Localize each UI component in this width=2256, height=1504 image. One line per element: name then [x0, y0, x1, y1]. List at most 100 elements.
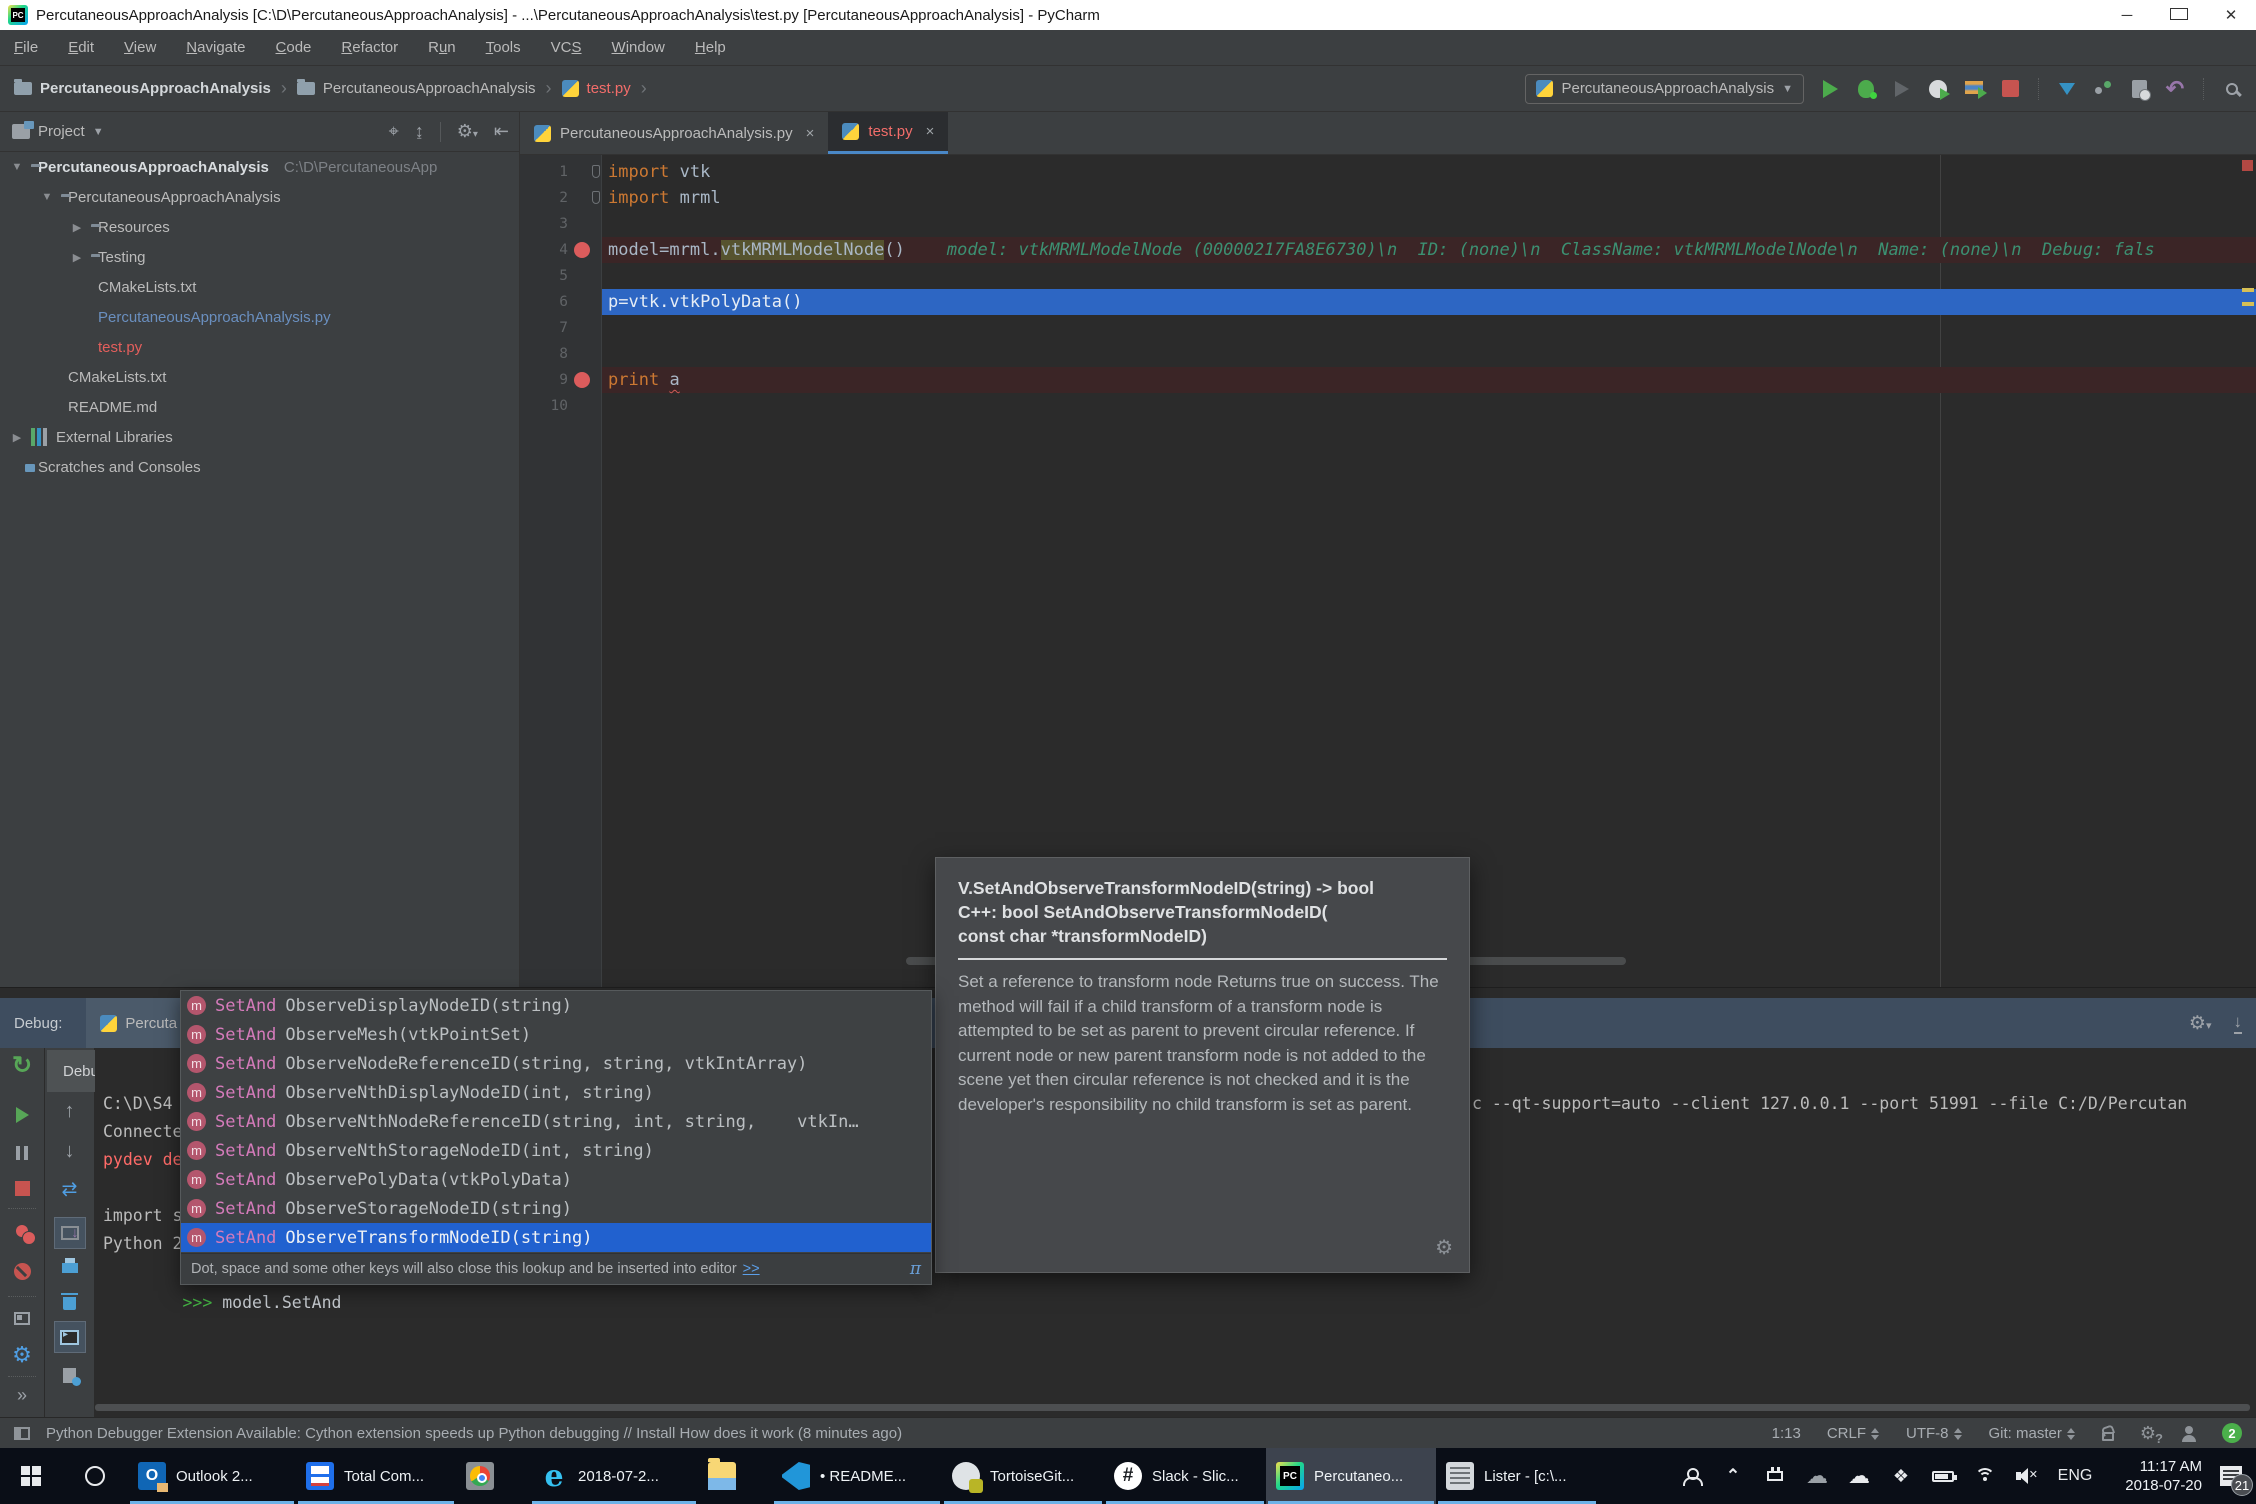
completion-item[interactable]: m SetAnd ObserveMesh(vtkPointSet): [181, 1020, 931, 1049]
completion-item[interactable]: m SetAnd ObservePolyData(vtkPolyData): [181, 1165, 931, 1194]
menu-item-run[interactable]: Run: [428, 39, 456, 56]
completion-item[interactable]: m SetAnd ObserveStorageNodeID(string): [181, 1194, 931, 1223]
code-line[interactable]: 9 print a: [520, 367, 2256, 393]
start-button[interactable]: [0, 1448, 62, 1504]
readonly-lock-icon[interactable]: [2101, 1431, 2114, 1441]
taskbar-app-lister[interactable]: Lister - [c:\...: [1436, 1448, 1598, 1504]
menu-item-window[interactable]: Window: [612, 39, 665, 56]
console-horizontal-scrollbar[interactable]: [95, 1404, 2250, 1411]
pause-icon[interactable]: [7, 1138, 37, 1168]
tree-item-resources[interactable]: ▶ Resources: [0, 212, 519, 242]
gear-icon[interactable]: ⚙▾: [457, 121, 478, 142]
action-center-button[interactable]: 21: [2206, 1448, 2256, 1504]
rollback-icon[interactable]: ↶: [2163, 76, 2187, 101]
taskbar-app-tortoisegit[interactable]: TortoiseGit...: [942, 1448, 1104, 1504]
fold-marker-icon[interactable]: [592, 165, 600, 178]
encoding-indicator[interactable]: UTF-8: [1906, 1425, 1963, 1442]
menu-item-tools[interactable]: Tools: [486, 39, 521, 56]
wifi-icon[interactable]: [1964, 1448, 2006, 1504]
hide-panel-icon[interactable]: ⇤: [494, 121, 509, 142]
clear-icon[interactable]: [55, 1286, 85, 1316]
taskbar-app-chrome[interactable]: [456, 1448, 530, 1504]
profiler-icon[interactable]: [1926, 77, 1950, 101]
menu-item-code[interactable]: Code: [276, 39, 312, 56]
code-line[interactable]: 8: [520, 341, 2256, 367]
run-icon[interactable]: [1818, 77, 1842, 101]
people-icon[interactable]: [1670, 1448, 1712, 1504]
debug-icon[interactable]: [1854, 77, 1878, 101]
tree-item-percutaneousapproachanalysis[interactable]: ▼ PercutaneousApproachAnalysis: [0, 182, 519, 212]
close-tab-icon[interactable]: ×: [926, 123, 935, 140]
hide-panel-icon[interactable]: ↓: [2233, 1012, 2242, 1034]
coverage-icon[interactable]: [1890, 77, 1914, 101]
settings-icon[interactable]: ⚙: [7, 1340, 37, 1370]
force-step-icon[interactable]: [53, 1217, 86, 1249]
tree-collapsed-arrow-icon[interactable]: ▶: [70, 251, 84, 264]
close-button[interactable]: ✕: [2222, 6, 2240, 24]
stop-icon[interactable]: [1998, 77, 2022, 101]
tree-item-test-py[interactable]: test.py: [0, 332, 519, 362]
breadcrumb-item[interactable]: PercutaneousApproachAnalysis: [14, 79, 271, 97]
warning-stripe-mark[interactable]: [2242, 302, 2254, 306]
code-line[interactable]: 3: [520, 211, 2256, 237]
toolwindow-toggle-icon[interactable]: [14, 1426, 30, 1440]
tree-item-percutaneousapproachanalysis[interactable]: ▼ PercutaneousApproachAnalysis C:\D\Percut…: [0, 152, 519, 182]
print-icon[interactable]: [55, 1250, 85, 1280]
concurrency-icon[interactable]: [1962, 77, 1987, 101]
editor-tab-test.py[interactable]: test.py ×: [828, 112, 949, 154]
caret-position[interactable]: 1:13: [1772, 1425, 1801, 1442]
restore-layout-icon[interactable]: [7, 1303, 37, 1333]
error-stripe-mark[interactable]: [2242, 160, 2253, 171]
tree-item-external-libraries[interactable]: ▶ External Libraries: [0, 422, 519, 452]
usb-icon[interactable]: [1754, 1448, 1796, 1504]
mute-breakpoints-icon[interactable]: [7, 1256, 37, 1286]
breakpoint-icon[interactable]: [574, 242, 590, 258]
timeline-icon[interactable]: [55, 1360, 85, 1390]
close-tab-icon[interactable]: ×: [806, 125, 815, 142]
cloud-white-icon[interactable]: ☁: [1838, 1448, 1880, 1504]
resume-icon[interactable]: [7, 1100, 37, 1130]
menu-item-refactor[interactable]: Refactor: [341, 39, 398, 56]
parameter-info-icon[interactable]: π: [910, 1259, 921, 1279]
taskbar-app-slack[interactable]: # Slack - Slic...: [1104, 1448, 1266, 1504]
completion-item[interactable]: m SetAnd ObserveNodeReferenceID(string, st…: [181, 1049, 931, 1078]
taskbar-app-outlook[interactable]: O Outlook 2...: [128, 1448, 296, 1504]
line-separator-indicator[interactable]: CRLF: [1827, 1425, 1880, 1442]
taskbar-app-vscode[interactable]: • README...: [772, 1448, 942, 1504]
battery-icon[interactable]: [1922, 1448, 1964, 1504]
fold-marker-icon[interactable]: [592, 191, 600, 204]
tree-item-scratches-and-consoles[interactable]: Scratches and Consoles: [0, 452, 519, 482]
stop-icon[interactable]: [7, 1173, 37, 1203]
cortana-button[interactable]: [62, 1448, 128, 1504]
menu-item-vcs[interactable]: VCS: [551, 39, 582, 56]
search-everywhere-icon[interactable]: [2220, 77, 2244, 101]
breakpoint-icon[interactable]: [574, 372, 590, 388]
taskbar-clock[interactable]: 11:17 AM 2018-07-20: [2102, 1457, 2206, 1495]
status-message[interactable]: Python Debugger Extension Available: Cyt…: [46, 1425, 902, 1442]
completion-item[interactable]: m SetAnd ObserveNthNodeReferenceID(string,…: [181, 1107, 931, 1136]
menu-item-edit[interactable]: Edit: [68, 39, 94, 56]
up-icon[interactable]: ↑: [55, 1096, 85, 1126]
taskbar-app-totalcmd[interactable]: Total Com...: [296, 1448, 456, 1504]
menu-item-file[interactable]: File: [14, 39, 38, 56]
tree-expanded-arrow-icon[interactable]: ▼: [10, 161, 24, 173]
sync-icon[interactable]: ⇄: [55, 1174, 85, 1204]
share-icon[interactable]: [2091, 77, 2115, 101]
tree-expanded-arrow-icon[interactable]: ▼: [40, 191, 54, 203]
completion-item[interactable]: m SetAnd ObserveNthStorageNodeID(int, stri…: [181, 1136, 931, 1165]
taskbar-app-edge[interactable]: e 2018-07-2...: [530, 1448, 698, 1504]
rerun-icon[interactable]: ↻: [7, 1050, 37, 1080]
tree-item-cmakelists-txt[interactable]: CMakeLists.txt: [0, 362, 519, 392]
view-breakpoints-icon[interactable]: [7, 1216, 37, 1246]
tree-collapsed-arrow-icon[interactable]: ▶: [10, 431, 24, 444]
console-icon[interactable]: [53, 1321, 86, 1353]
warning-stripe-mark[interactable]: [2242, 288, 2254, 292]
notifications-badge[interactable]: 2: [2222, 1423, 2242, 1443]
code-line[interactable]: 2 import mrml: [520, 185, 2256, 211]
language-indicator[interactable]: ENG: [2048, 1448, 2102, 1504]
completion-item[interactable]: m SetAnd ObserveTransformNodeID(string): [181, 1223, 931, 1252]
down-icon[interactable]: ↓: [55, 1136, 85, 1166]
completion-item[interactable]: m SetAnd ObserveDisplayNodeID(string): [181, 991, 931, 1020]
code-line[interactable]: 4 model=mrml.vtkMRMLModelNode() model: vtk…: [520, 237, 2256, 263]
chevron-up-icon[interactable]: ⌃: [1712, 1448, 1754, 1504]
